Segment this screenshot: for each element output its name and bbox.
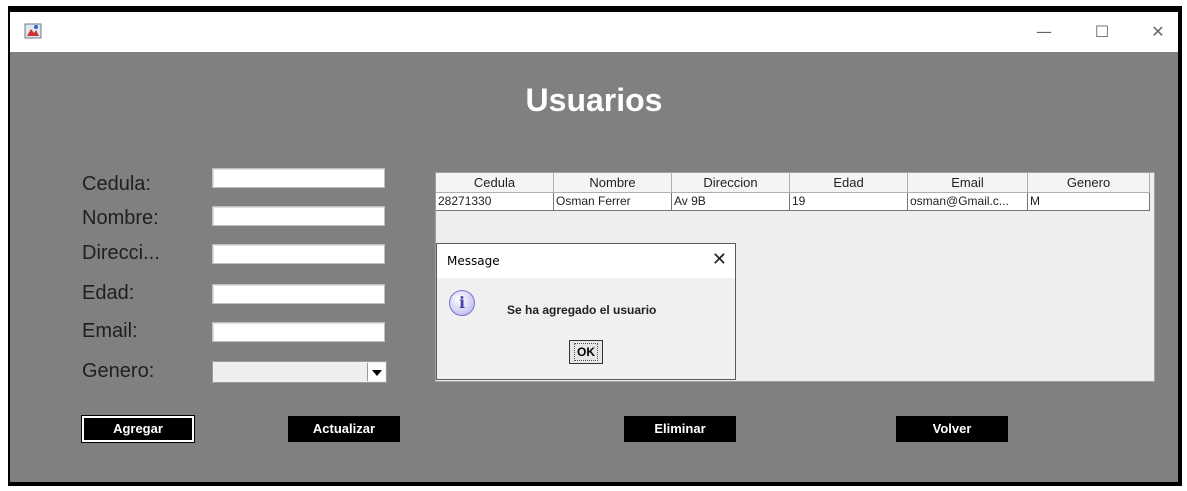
- table-cell: M: [1028, 193, 1150, 211]
- column-header-edad[interactable]: Edad: [790, 173, 908, 193]
- eliminar-button[interactable]: Eliminar: [624, 416, 736, 442]
- table-cell: 19: [790, 193, 908, 211]
- table-row[interactable]: 28271330 Osman Ferrer Av 9B 19 osman@Gma…: [436, 193, 1150, 211]
- minimize-button[interactable]: —: [1024, 20, 1064, 44]
- table-header: Cedula Nombre Direccion Edad Email Gener…: [436, 173, 1150, 193]
- agregar-button[interactable]: Agregar: [81, 415, 195, 443]
- frame-bottom: [8, 482, 1182, 486]
- java-app-icon: [24, 23, 42, 39]
- direccion-field[interactable]: [212, 244, 385, 264]
- genero-label: Genero:: [82, 360, 155, 382]
- column-header-direccion[interactable]: Direccion: [672, 173, 790, 193]
- cedula-field[interactable]: [212, 168, 385, 188]
- message-dialog: Message ✕ i Se ha agregado el usuario OK: [436, 243, 736, 380]
- main-panel: Usuarios Cedula: Nombre: Direcci... Edad…: [10, 52, 1178, 482]
- dialog-message: Se ha agregado el usuario: [507, 303, 657, 317]
- cedula-label: Cedula:: [82, 173, 151, 195]
- page-title: Usuarios: [525, 82, 663, 118]
- column-header-cedula[interactable]: Cedula: [436, 173, 554, 193]
- close-button[interactable]: ✕: [1138, 20, 1178, 44]
- information-icon: i: [449, 290, 475, 316]
- edad-field[interactable]: [212, 284, 385, 304]
- genero-select[interactable]: [212, 361, 387, 383]
- maximize-button[interactable]: ☐: [1082, 20, 1122, 44]
- column-header-nombre[interactable]: Nombre: [554, 173, 672, 193]
- ok-button-label: OK: [574, 343, 598, 361]
- dialog-title: Message: [447, 254, 500, 268]
- table-cell: osman@Gmail.c...: [908, 193, 1028, 211]
- nombre-field[interactable]: [212, 206, 385, 226]
- dialog-close-icon[interactable]: ✕: [712, 249, 727, 270]
- column-header-genero[interactable]: Genero: [1028, 173, 1150, 193]
- app-window: — ☐ ✕ Usuarios Cedula: Nombre: Direcci..…: [10, 12, 1178, 482]
- table-cell: 28271330: [436, 193, 554, 211]
- table-cell: Osman Ferrer: [554, 193, 672, 211]
- ok-button[interactable]: OK: [569, 340, 603, 364]
- chevron-down-icon[interactable]: [367, 363, 385, 381]
- email-label: Email:: [82, 320, 138, 342]
- nombre-label: Nombre:: [82, 207, 159, 229]
- column-header-email[interactable]: Email: [908, 173, 1028, 193]
- dialog-title-bar: Message ✕: [437, 244, 735, 278]
- direccion-label: Direcci...: [82, 242, 160, 264]
- volver-button[interactable]: Volver: [896, 416, 1008, 442]
- actualizar-button[interactable]: Actualizar: [288, 416, 400, 442]
- table-cell: Av 9B: [672, 193, 790, 211]
- title-bar: — ☐ ✕: [10, 12, 1178, 52]
- edad-label: Edad:: [82, 282, 135, 304]
- email-field[interactable]: [212, 322, 385, 342]
